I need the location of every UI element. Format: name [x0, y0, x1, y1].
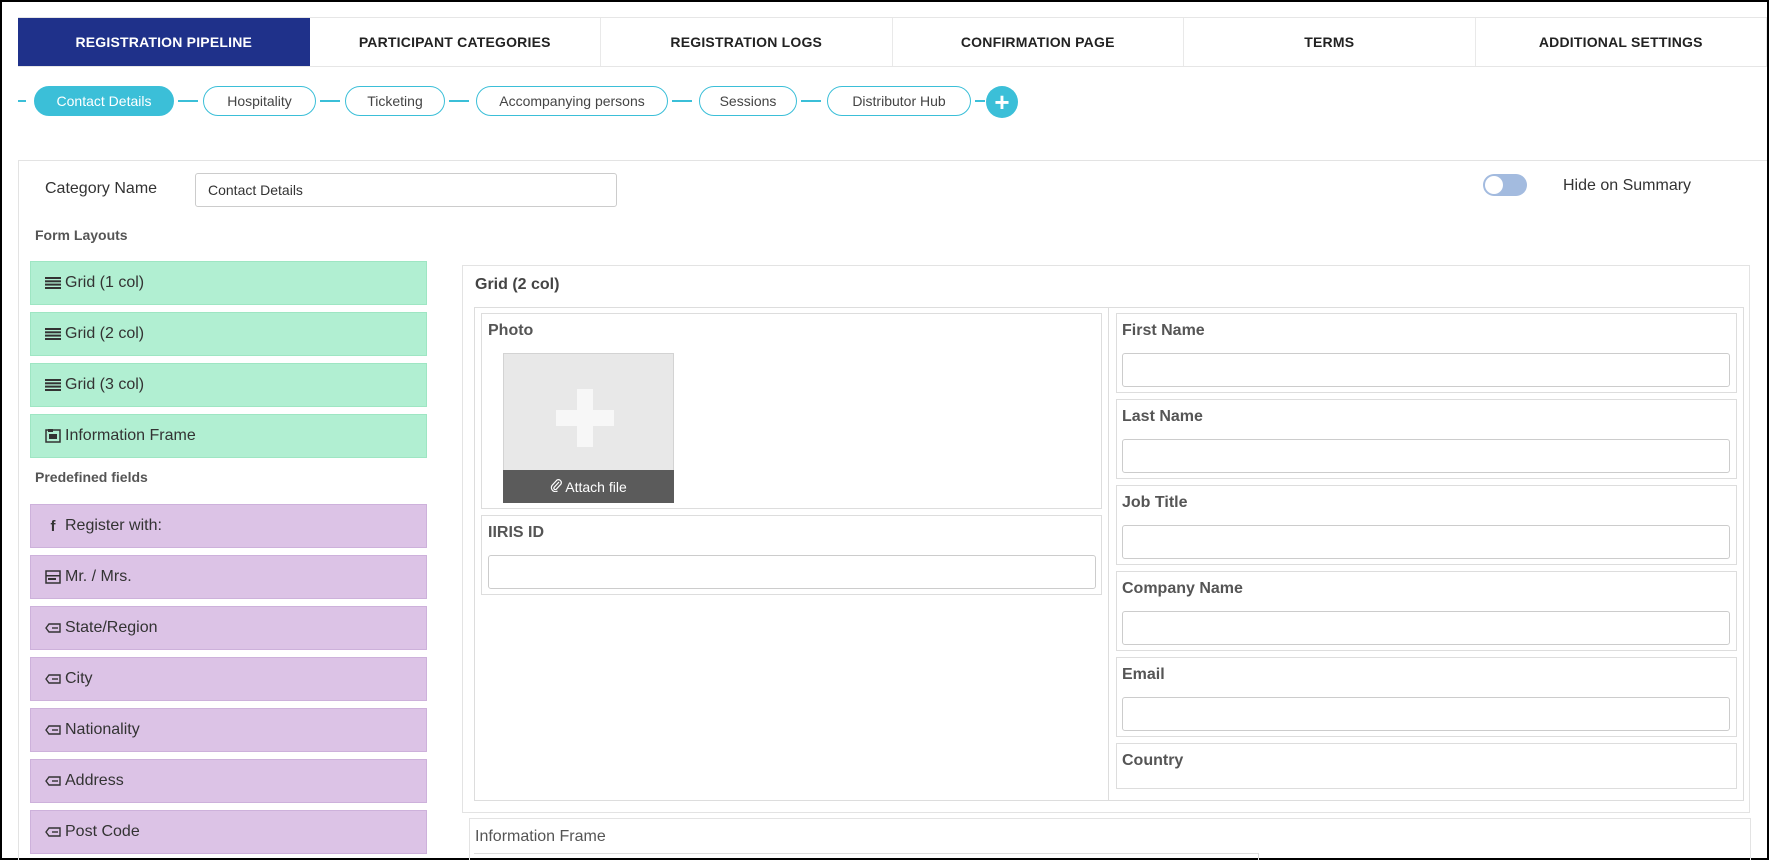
company-name-input[interactable] [1122, 611, 1730, 645]
tag-icon [44, 824, 62, 840]
paperclip-icon [550, 478, 563, 495]
panel-border [18, 160, 19, 860]
hide-on-summary-toggle[interactable] [1483, 174, 1527, 196]
toggle-knob [1485, 176, 1503, 194]
frame-icon [44, 428, 62, 444]
tab-terms[interactable]: TERMS [1184, 18, 1476, 66]
country-field-box[interactable] [1116, 743, 1737, 789]
add-photo-icon [577, 389, 593, 447]
iris-id-label: IIRIS ID [488, 524, 545, 541]
pipeline-step-contact-details[interactable]: Contact Details [34, 86, 174, 116]
last-name-input[interactable] [1122, 439, 1730, 473]
layout-item-label: Information Frame [65, 427, 196, 444]
predefined-item-label: State/Region [65, 619, 158, 636]
category-name-label: Category Name [45, 180, 158, 197]
email-input[interactable] [1122, 697, 1730, 731]
tag-icon [44, 722, 62, 738]
job-title-label: Job Title [1122, 494, 1188, 511]
first-name-input[interactable] [1122, 353, 1730, 387]
predefined-item-title[interactable]: Mr. / Mrs. [30, 555, 427, 599]
information-frame-title: Information Frame [475, 828, 606, 845]
predefined-item-label: City [65, 670, 93, 687]
attach-file-button[interactable]: Attach file [503, 470, 674, 503]
layout-item-information-frame[interactable]: Information Frame [30, 414, 427, 458]
layout-item-grid-3-col[interactable]: Grid (3 col) [30, 363, 427, 407]
tab-participant-categories[interactable]: PARTICIPANT CATEGORIES [309, 18, 601, 66]
predefined-item-nationality[interactable]: Nationality [30, 708, 427, 752]
add-step-button[interactable]: + [986, 86, 1018, 118]
predefined-item-label: Mr. / Mrs. [65, 568, 132, 585]
predefined-item-state-region[interactable]: State/Region [30, 606, 427, 650]
select-icon [44, 569, 62, 585]
photo-label: Photo [488, 322, 534, 339]
iris-id-input[interactable] [488, 555, 1096, 589]
grid-title: Grid (2 col) [475, 276, 560, 293]
tab-registration-pipeline[interactable]: REGISTRATION PIPELINE [18, 18, 310, 66]
predefined-item-address[interactable]: Address [30, 759, 427, 803]
list-icon [44, 326, 62, 342]
plus-icon: + [994, 87, 1010, 117]
list-icon [44, 275, 62, 291]
column-divider [1108, 308, 1109, 800]
facebook-icon: f [50, 517, 56, 535]
registration-pipeline: Contact Details Hospitality Ticketing Ac… [18, 86, 1018, 118]
pipeline-connector [18, 100, 26, 102]
predefined-item-register-with[interactable]: f Register with: [30, 504, 427, 548]
content-divider [18, 160, 1767, 161]
pipeline-connector [178, 100, 198, 102]
layout-item-label: Grid (2 col) [65, 325, 145, 342]
first-name-label: First Name [1122, 322, 1205, 339]
layout-item-label: Grid (1 col) [65, 274, 145, 291]
predefined-item-label: Post Code [65, 823, 140, 840]
list-icon [44, 377, 62, 393]
layout-item-label: Grid (3 col) [65, 376, 145, 393]
information-frame-content [474, 853, 1259, 860]
attach-file-label: Attach file [565, 478, 627, 495]
country-label: Country [1122, 752, 1184, 769]
tab-registration-logs[interactable]: REGISTRATION LOGS [601, 18, 893, 66]
pipeline-connector [801, 100, 821, 102]
tab-confirmation-page[interactable]: CONFIRMATION PAGE [892, 18, 1184, 66]
pipeline-step-distributor-hub[interactable]: Distributor Hub [827, 86, 971, 116]
company-name-label: Company Name [1122, 580, 1243, 597]
predefined-item-label: Register with: [65, 517, 162, 534]
predefined-fields-heading: Predefined fields [35, 469, 148, 485]
email-label: Email [1122, 666, 1165, 683]
last-name-label: Last Name [1122, 408, 1203, 425]
job-title-input[interactable] [1122, 525, 1730, 559]
pipeline-connector [320, 100, 340, 102]
pipeline-step-sessions[interactable]: Sessions [699, 86, 797, 116]
predefined-item-label: Nationality [65, 721, 140, 738]
predefined-item-label: Address [65, 772, 124, 789]
layout-item-grid-1-col[interactable]: Grid (1 col) [30, 261, 427, 305]
top-tabs: REGISTRATION PIPELINE PARTICIPANT CATEGO… [18, 17, 1767, 67]
predefined-item-post-code[interactable]: Post Code [30, 810, 427, 854]
pipeline-step-ticketing[interactable]: Ticketing [345, 86, 445, 116]
hide-on-summary-label: Hide on Summary [1563, 177, 1692, 194]
pipeline-connector [672, 100, 692, 102]
tag-icon [44, 671, 62, 687]
tab-additional-settings[interactable]: ADDITIONAL SETTINGS [1475, 18, 1767, 66]
pipeline-connector [975, 100, 985, 102]
tag-icon [44, 773, 62, 789]
category-name-input[interactable] [195, 173, 617, 207]
pipeline-step-accompanying-persons[interactable]: Accompanying persons [476, 86, 668, 116]
tag-icon [44, 620, 62, 636]
pipeline-connector [449, 100, 469, 102]
pipeline-step-hospitality[interactable]: Hospitality [203, 86, 316, 116]
predefined-item-city[interactable]: City [30, 657, 427, 701]
layout-item-grid-2-col[interactable]: Grid (2 col) [30, 312, 427, 356]
form-layouts-heading: Form Layouts [35, 227, 128, 243]
